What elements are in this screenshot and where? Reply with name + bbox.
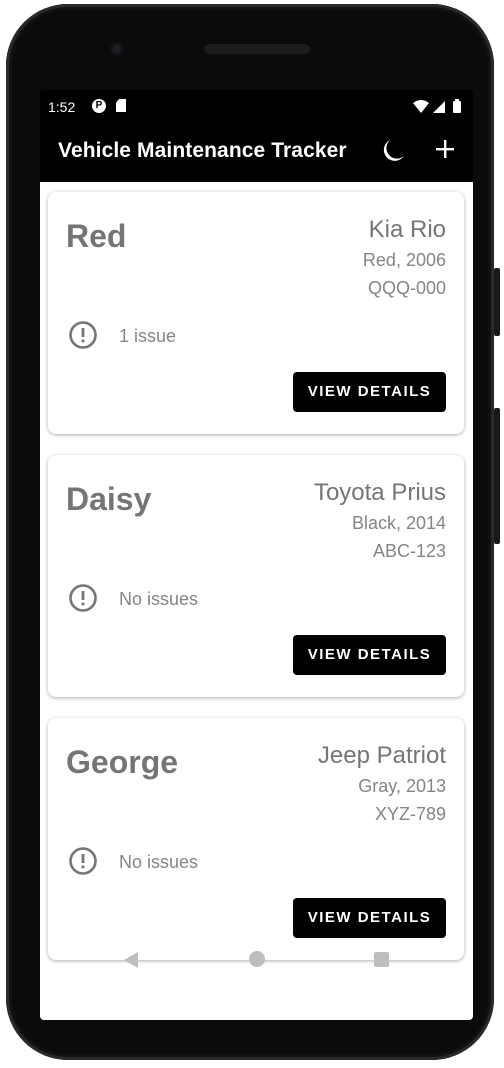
issue-count: 1 issue (119, 326, 177, 346)
vehicle-list: Red Kia Rio Red, 2006 QQQ-000 1 issue VI… (40, 182, 473, 1020)
vehicle-card: Daisy Toyota Prius Black, 2014 ABC-123 N… (48, 455, 464, 697)
volume-button (494, 408, 500, 544)
status-indicators (413, 99, 465, 120)
app-bar: Vehicle Maintenance Tracker (40, 124, 473, 180)
vehicle-name: George (66, 744, 179, 780)
sd-card-icon (116, 99, 126, 112)
vehicle-card: George Jeep Patriot Gray, 2013 XYZ-789 N… (48, 718, 464, 960)
vehicle-model: Toyota Prius (313, 479, 446, 506)
alert-circle-icon (69, 321, 97, 349)
vehicle-colour-year: Black, 2014 (351, 513, 446, 533)
status-time: 1:52 (48, 99, 76, 115)
vehicle-name: Red (66, 218, 127, 254)
front-camera (110, 42, 124, 56)
view-details-button[interactable]: VIEW DETAILS (293, 635, 446, 675)
wifi-signal-battery-icon (413, 99, 461, 113)
vehicle-colour-year: Gray, 2013 (358, 776, 446, 796)
recents-icon[interactable] (374, 952, 389, 967)
vehicle-model: Jeep Patriot (317, 742, 446, 769)
vehicle-colour-year: Red, 2006 (362, 250, 446, 270)
vehicle-plate: QQQ-000 (367, 278, 446, 298)
view-details-button[interactable]: VIEW DETAILS (293, 372, 446, 412)
moon-icon[interactable] (380, 138, 406, 164)
issue-count: No issues (119, 852, 199, 872)
vehicle-model: Kia Rio (368, 216, 446, 243)
issue-count: No issues (119, 589, 199, 609)
earpiece-speaker (204, 44, 310, 54)
alert-circle-icon (69, 847, 97, 875)
vehicle-card: Red Kia Rio Red, 2006 QQQ-000 1 issue VI… (48, 192, 464, 434)
status-bar: 1:52 P (40, 90, 473, 124)
power-button (494, 268, 500, 336)
phone-frame: 1:52 P Vehicle Maintenance Tracker Red K… (6, 4, 494, 1060)
add-icon[interactable] (432, 136, 458, 162)
app-title: Vehicle Maintenance Tracker (58, 139, 347, 162)
home-icon[interactable] (249, 951, 265, 967)
notification-icon: P (92, 99, 106, 113)
screen: 1:52 P Vehicle Maintenance Tracker Red K… (40, 90, 473, 1020)
vehicle-plate: ABC-123 (372, 541, 446, 561)
system-nav-bar (40, 934, 473, 984)
back-icon[interactable] (124, 952, 138, 968)
vehicle-name: Daisy (66, 481, 152, 517)
vehicle-plate: XYZ-789 (374, 804, 446, 824)
alert-circle-icon (69, 584, 97, 612)
view-details-button[interactable]: VIEW DETAILS (293, 898, 446, 938)
